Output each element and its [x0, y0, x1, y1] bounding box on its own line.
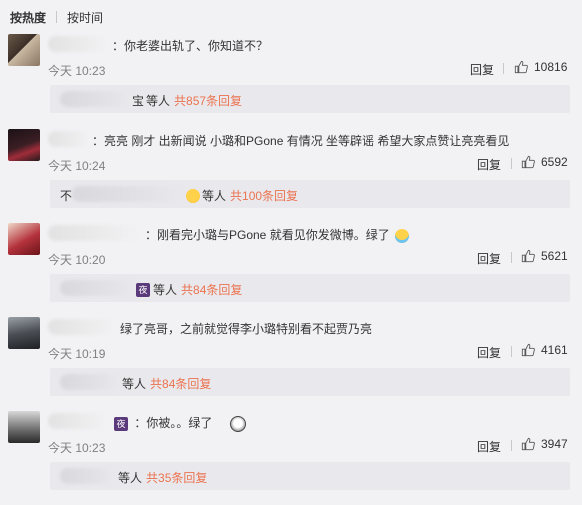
avatar[interactable] — [8, 223, 40, 255]
sort-bar: 按热度 按时间 — [0, 0, 582, 34]
like-count: 3947 — [541, 437, 568, 451]
comment-item: ：亮亮 刚才 出新闻说 小璐和PGone 有情况 坐等辟谣 希望大家点赞让亮亮看… — [0, 129, 582, 223]
thumbs-up-icon — [521, 249, 535, 263]
action-divider — [511, 346, 512, 357]
like-count: 5621 — [541, 249, 568, 263]
username-blurred[interactable] — [48, 36, 110, 52]
comment-time: 今天 10:19 — [48, 347, 106, 361]
sad-face-emoji-icon — [229, 415, 246, 432]
sort-by-time-tab[interactable]: 按时间 — [67, 9, 103, 26]
username-blurred[interactable] — [48, 131, 92, 147]
like-button[interactable]: 6592 — [521, 155, 568, 169]
reply-button[interactable]: 回复 — [477, 250, 501, 267]
sort-by-hot-tab[interactable]: 按热度 — [10, 9, 46, 26]
comment-item: 绿了亮哥，之前就觉得李小璐特别看不起贾乃亮 今天 10:19 回复 4161 等… — [0, 317, 582, 411]
action-divider — [511, 440, 512, 451]
reply-users-label: 等人 — [146, 94, 171, 108]
view-replies-link[interactable]: 共100条回复 — [230, 187, 298, 204]
heart-eyes-emoji-icon — [186, 188, 200, 203]
comment-text: ：亮亮 刚才 出新闻说 小璐和PGone 有情况 坐等辟谣 希望大家点赞让亮亮看… — [92, 134, 510, 148]
view-replies-link[interactable]: 共84条回复 — [150, 375, 211, 392]
comment-text: ：你被。。绿了 — [134, 416, 213, 430]
thumbs-up-icon — [521, 343, 535, 357]
comment-text: 绿了亮哥，之前就觉得李小璐特别看不起贾乃亮 — [120, 322, 373, 336]
like-button[interactable]: 3947 — [521, 437, 568, 451]
replies-preview: 不 等人 共100条回复 — [50, 180, 570, 208]
like-count: 4161 — [541, 343, 568, 357]
action-divider — [503, 63, 504, 74]
reply-users-label: 等人 — [202, 189, 227, 203]
reply-users-label: 等人 — [122, 377, 147, 391]
replies-preview: 等人 共35条回复 — [50, 462, 570, 490]
comment-text: ：刚看完小璐与PGone 就看见你发微博。绿了 — [145, 228, 390, 242]
action-divider — [511, 158, 512, 169]
view-replies-link[interactable]: 共84条回复 — [181, 281, 242, 298]
comment-time: 今天 10:23 — [48, 64, 106, 78]
view-replies-link[interactable]: 共857条回复 — [174, 92, 242, 109]
replies-preview: 宝 等人 共857条回复 — [50, 85, 570, 113]
like-count: 10816 — [534, 60, 568, 74]
replies-preview: 等人 共84条回复 — [50, 368, 570, 396]
comment-item: 夜 ：你被。。绿了 今天 10:23 回复 3947 等人 共35条回复 — [0, 411, 582, 505]
comment-item: ：刚看完小璐与PGone 就看见你发微博。绿了 今天 10:20 回复 5621… — [0, 223, 582, 317]
action-divider — [511, 252, 512, 263]
comment-text: ：你老婆出轨了、你知道不？ — [112, 39, 269, 53]
member-badge-icon: 夜 — [114, 416, 128, 431]
crying-emoji-icon — [395, 228, 410, 243]
username-blurred[interactable] — [48, 413, 108, 429]
reply-users-blurred — [60, 91, 132, 107]
reply-button[interactable]: 回复 — [477, 156, 501, 173]
reply-users-label: 等人 — [118, 471, 143, 485]
thumbs-up-icon — [514, 60, 528, 74]
like-button[interactable]: 10816 — [514, 60, 567, 74]
reply-users-blurred — [60, 468, 116, 484]
thumbs-up-icon — [521, 437, 535, 451]
reply-button[interactable]: 回复 — [477, 344, 501, 361]
reply-users-label: 等人 — [153, 283, 178, 297]
reply-users-blurred — [60, 280, 134, 296]
avatar[interactable] — [8, 411, 40, 443]
comment-time: 今天 10:20 — [48, 253, 106, 267]
comment-time: 今天 10:24 — [48, 159, 106, 173]
view-replies-link[interactable]: 共35条回复 — [146, 469, 207, 486]
reply-button[interactable]: 回复 — [477, 438, 501, 455]
member-badge-icon: 夜 — [136, 282, 150, 297]
username-blurred[interactable] — [48, 225, 144, 241]
username-blurred[interactable] — [48, 319, 118, 335]
reply-users-blurred — [72, 186, 182, 202]
reply-button[interactable]: 回复 — [470, 61, 494, 78]
like-button[interactable]: 4161 — [521, 343, 568, 357]
avatar[interactable] — [8, 129, 40, 161]
comment-item: ：你老婆出轨了、你知道不？ 今天 10:23 回复 10816 宝 等人 共85… — [0, 34, 582, 128]
thumbs-up-icon — [521, 155, 535, 169]
comment-time: 今天 10:23 — [48, 441, 106, 455]
replies-preview: 夜 等人 共84条回复 — [50, 274, 570, 302]
sort-divider — [56, 11, 58, 23]
like-count: 6592 — [541, 155, 568, 169]
avatar[interactable] — [8, 34, 40, 66]
avatar[interactable] — [8, 317, 40, 349]
reply-user-trail: 宝 — [132, 94, 145, 108]
like-button[interactable]: 5621 — [521, 249, 568, 263]
reply-user-lead: 不 — [60, 189, 73, 203]
reply-users-blurred — [60, 374, 120, 390]
